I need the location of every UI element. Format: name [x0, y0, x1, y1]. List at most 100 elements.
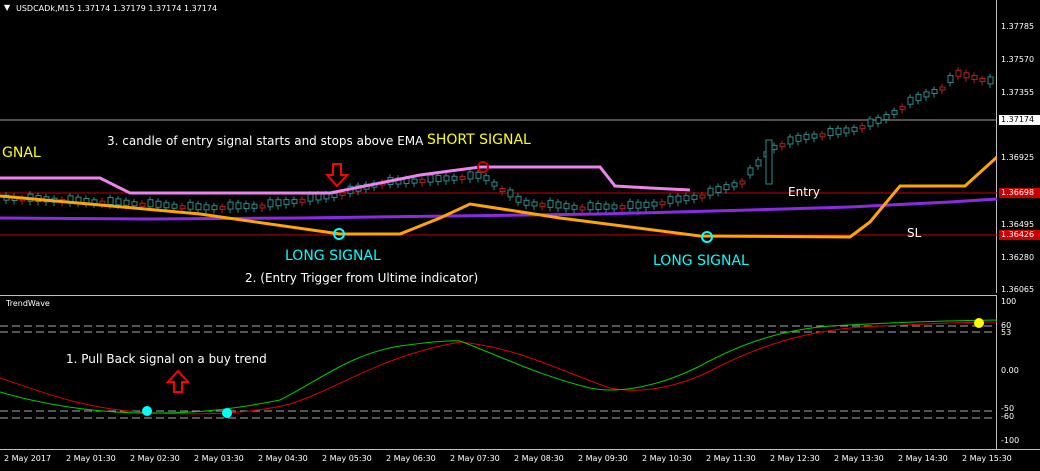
candle-body: [331, 192, 338, 198]
candle-body: [547, 199, 554, 208]
candle-body: [611, 204, 618, 210]
time-tick: 2 May 06:30: [386, 454, 436, 463]
candle-body: [667, 195, 674, 204]
candle-body: [251, 203, 258, 209]
price-tick: 1.37570: [1001, 55, 1035, 64]
candle-body: [243, 203, 250, 210]
short-signal-label-left: GNAL: [2, 145, 41, 161]
price-axis[interactable]: 1.37785 1.37570 1.37355 1.36925 1.36495 …: [997, 0, 1040, 294]
sell-dot: [974, 318, 984, 328]
candle-body: [867, 118, 874, 127]
candle-body: [187, 201, 194, 210]
candle-body: [707, 187, 714, 196]
candle-body: [851, 126, 858, 132]
candle-body: [795, 134, 802, 142]
candle-body: [715, 185, 722, 193]
candle-body: [619, 205, 626, 210]
candle-body: [955, 69, 962, 77]
candle-body: [163, 202, 170, 209]
candle-body: [747, 167, 754, 176]
candle-body: [467, 171, 474, 180]
candle-body: [571, 204, 578, 210]
time-tick: 2 May 14:30: [898, 454, 948, 463]
indicator-pane[interactable]: TrendWave 1. Pull Back signal on a buy t…: [0, 295, 997, 449]
candle-body: [811, 133, 818, 139]
candle-body: [299, 198, 306, 203]
candle-body: [907, 96, 914, 105]
candle-body: [931, 88, 938, 94]
candle-body: [427, 174, 434, 183]
candle-body: [979, 78, 986, 82]
price-tick: 1.36065: [1001, 285, 1035, 294]
candle-body: [515, 195, 522, 203]
symbol-header: USDCADk,M15 1.37174 1.37179 1.37174 1.37…: [16, 4, 218, 13]
candle-body: [803, 133, 810, 140]
candle-body: [219, 205, 226, 210]
candle-body: [275, 199, 282, 207]
candle-body: [963, 72, 970, 79]
candle-body: [411, 178, 418, 184]
arrow-up-icon: [165, 369, 191, 393]
arrow-down-icon: [324, 163, 350, 188]
candle-body: [915, 93, 922, 101]
current-price-flag: 1.37174: [999, 115, 1040, 125]
candle-body: [523, 199, 530, 206]
candle-body: [491, 181, 498, 187]
time-tick: 2 May 05:30: [322, 454, 372, 463]
candle-body: [987, 76, 994, 85]
candle-body: [779, 143, 786, 148]
candle-body: [443, 175, 450, 182]
trendwave-green-line: [0, 319, 997, 414]
long-signal-label-2: LONG SIGNAL: [653, 253, 749, 269]
price-tick: 1.36280: [1001, 253, 1035, 262]
candle-body: [259, 204, 266, 209]
time-tick: 2 May 10:30: [642, 454, 692, 463]
candle-body: [115, 198, 122, 206]
candle-body: [739, 180, 746, 185]
time-tick: 2 May 11:30: [706, 454, 756, 463]
long-signal-label-1: LONG SIGNAL: [285, 248, 381, 264]
candle-body: [323, 193, 330, 200]
candle-body: [235, 202, 242, 210]
time-tick: 2 May 09:30: [578, 454, 628, 463]
price-chart-pane[interactable]: ▼ USDCADk,M15 1.37174 1.37179 1.37174 1.…: [0, 0, 997, 293]
candle-body: [939, 86, 946, 91]
indicator-axis[interactable]: 100 60 53 0.00 -50 -60 -100: [997, 295, 1040, 448]
time-tick: 2 May 01:30: [66, 454, 116, 463]
candle-body: [435, 175, 442, 183]
menu-triangle-icon[interactable]: ▼: [4, 3, 10, 12]
candle-body: [307, 193, 314, 202]
candle-body: [563, 203, 570, 210]
candle-body: [291, 198, 298, 204]
candle-body: [723, 184, 730, 191]
candle-body: [731, 182, 738, 188]
candle-body: [123, 199, 130, 206]
candle-body: [755, 159, 762, 167]
candle-body: [107, 197, 114, 205]
candle-body: [267, 199, 274, 208]
candle-body: [859, 125, 866, 130]
time-axis[interactable]: 2 May 2017 2 May 01:30 2 May 02:30 2 May…: [0, 449, 1040, 471]
candle-body: [691, 194, 698, 200]
candle-body: [595, 202, 602, 210]
time-tick: 2 May 2017: [4, 454, 52, 463]
annotation-step1: 1. Pull Back signal on a buy trend: [66, 352, 267, 366]
sl-price-flag: 1.36426: [999, 230, 1040, 240]
candle-body: [883, 113, 890, 120]
candle-body: [459, 176, 466, 181]
indicator-tick: 0.00: [1001, 366, 1019, 375]
indicator-canvas: [0, 318, 997, 419]
indicator-tick: -100: [1001, 436, 1020, 445]
candle-body: [603, 203, 610, 210]
candle-body: [659, 201, 666, 206]
candle-body: [315, 193, 322, 201]
candle-body: [499, 188, 506, 192]
indicator-tick: 100: [1001, 297, 1017, 306]
candle-body: [507, 189, 514, 198]
candle-body: [579, 206, 586, 211]
price-tick: 1.36495: [1001, 220, 1035, 229]
indicator-tick: -60: [1001, 412, 1015, 421]
buy-dot-1: [142, 406, 152, 416]
candle-body: [171, 203, 178, 209]
buy-dot-2: [222, 408, 232, 418]
